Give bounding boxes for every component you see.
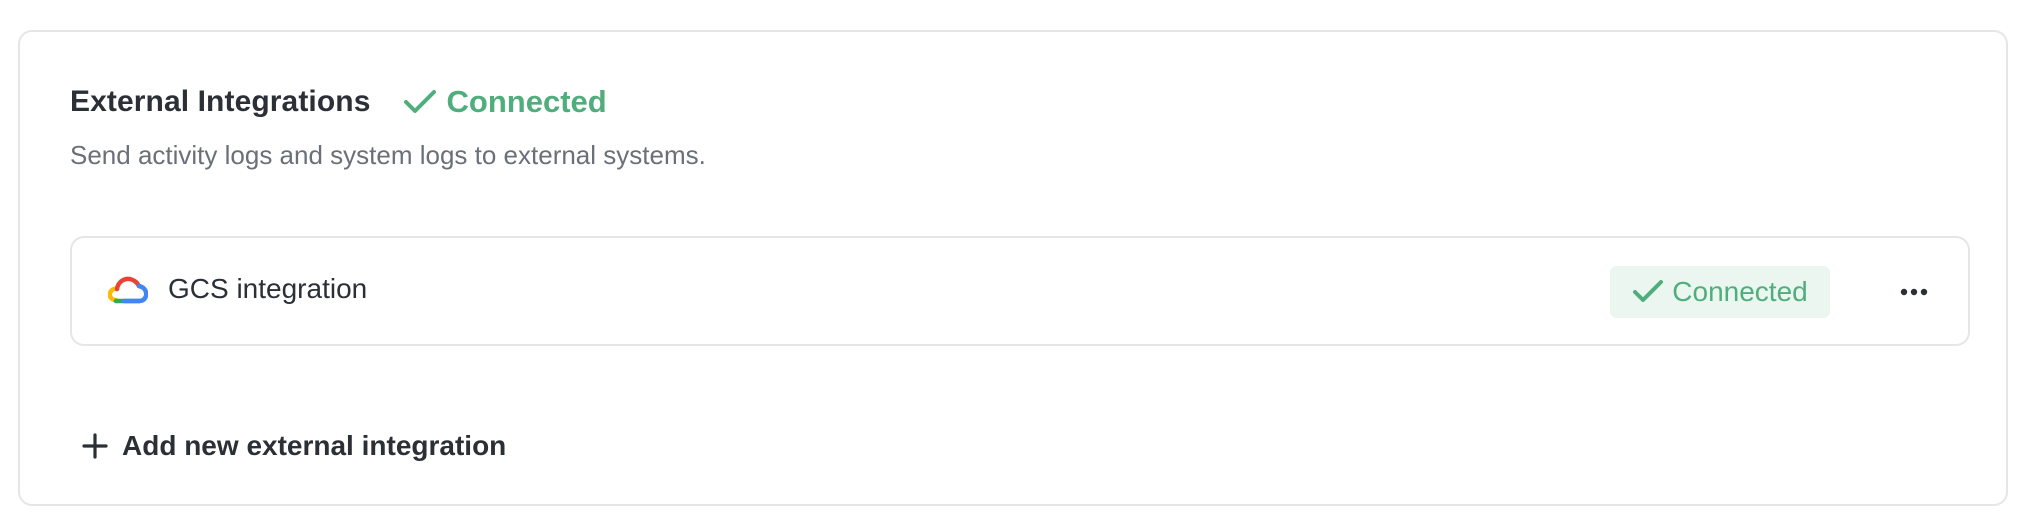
- integration-status-badge: Connected: [1610, 266, 1830, 318]
- google-cloud-icon: [108, 276, 148, 304]
- add-integration-button[interactable]: Add new external integration: [82, 424, 506, 468]
- integration-name: GCS integration: [168, 273, 368, 304]
- more-horizontal-icon: [1900, 288, 1928, 296]
- card-title: External Integrations: [70, 85, 371, 118]
- more-options-button[interactable]: [1892, 270, 1936, 314]
- integration-row-gcs[interactable]: GCS integration Connected: [70, 236, 1970, 346]
- integration-status-label: Connected: [1672, 276, 1808, 307]
- external-integrations-card: External Integrations Connected Send act…: [18, 30, 2008, 506]
- check-icon: [403, 90, 436, 113]
- plus-icon: [82, 433, 108, 459]
- card-description: Send activity logs and system logs to ex…: [70, 140, 706, 170]
- header-status-label: Connected: [446, 84, 607, 119]
- card-header: External Integrations Connected: [70, 78, 607, 126]
- check-icon: [1633, 280, 1664, 302]
- add-integration-label: Add new external integration: [122, 430, 507, 461]
- header-status-badge: Connected: [403, 84, 607, 120]
